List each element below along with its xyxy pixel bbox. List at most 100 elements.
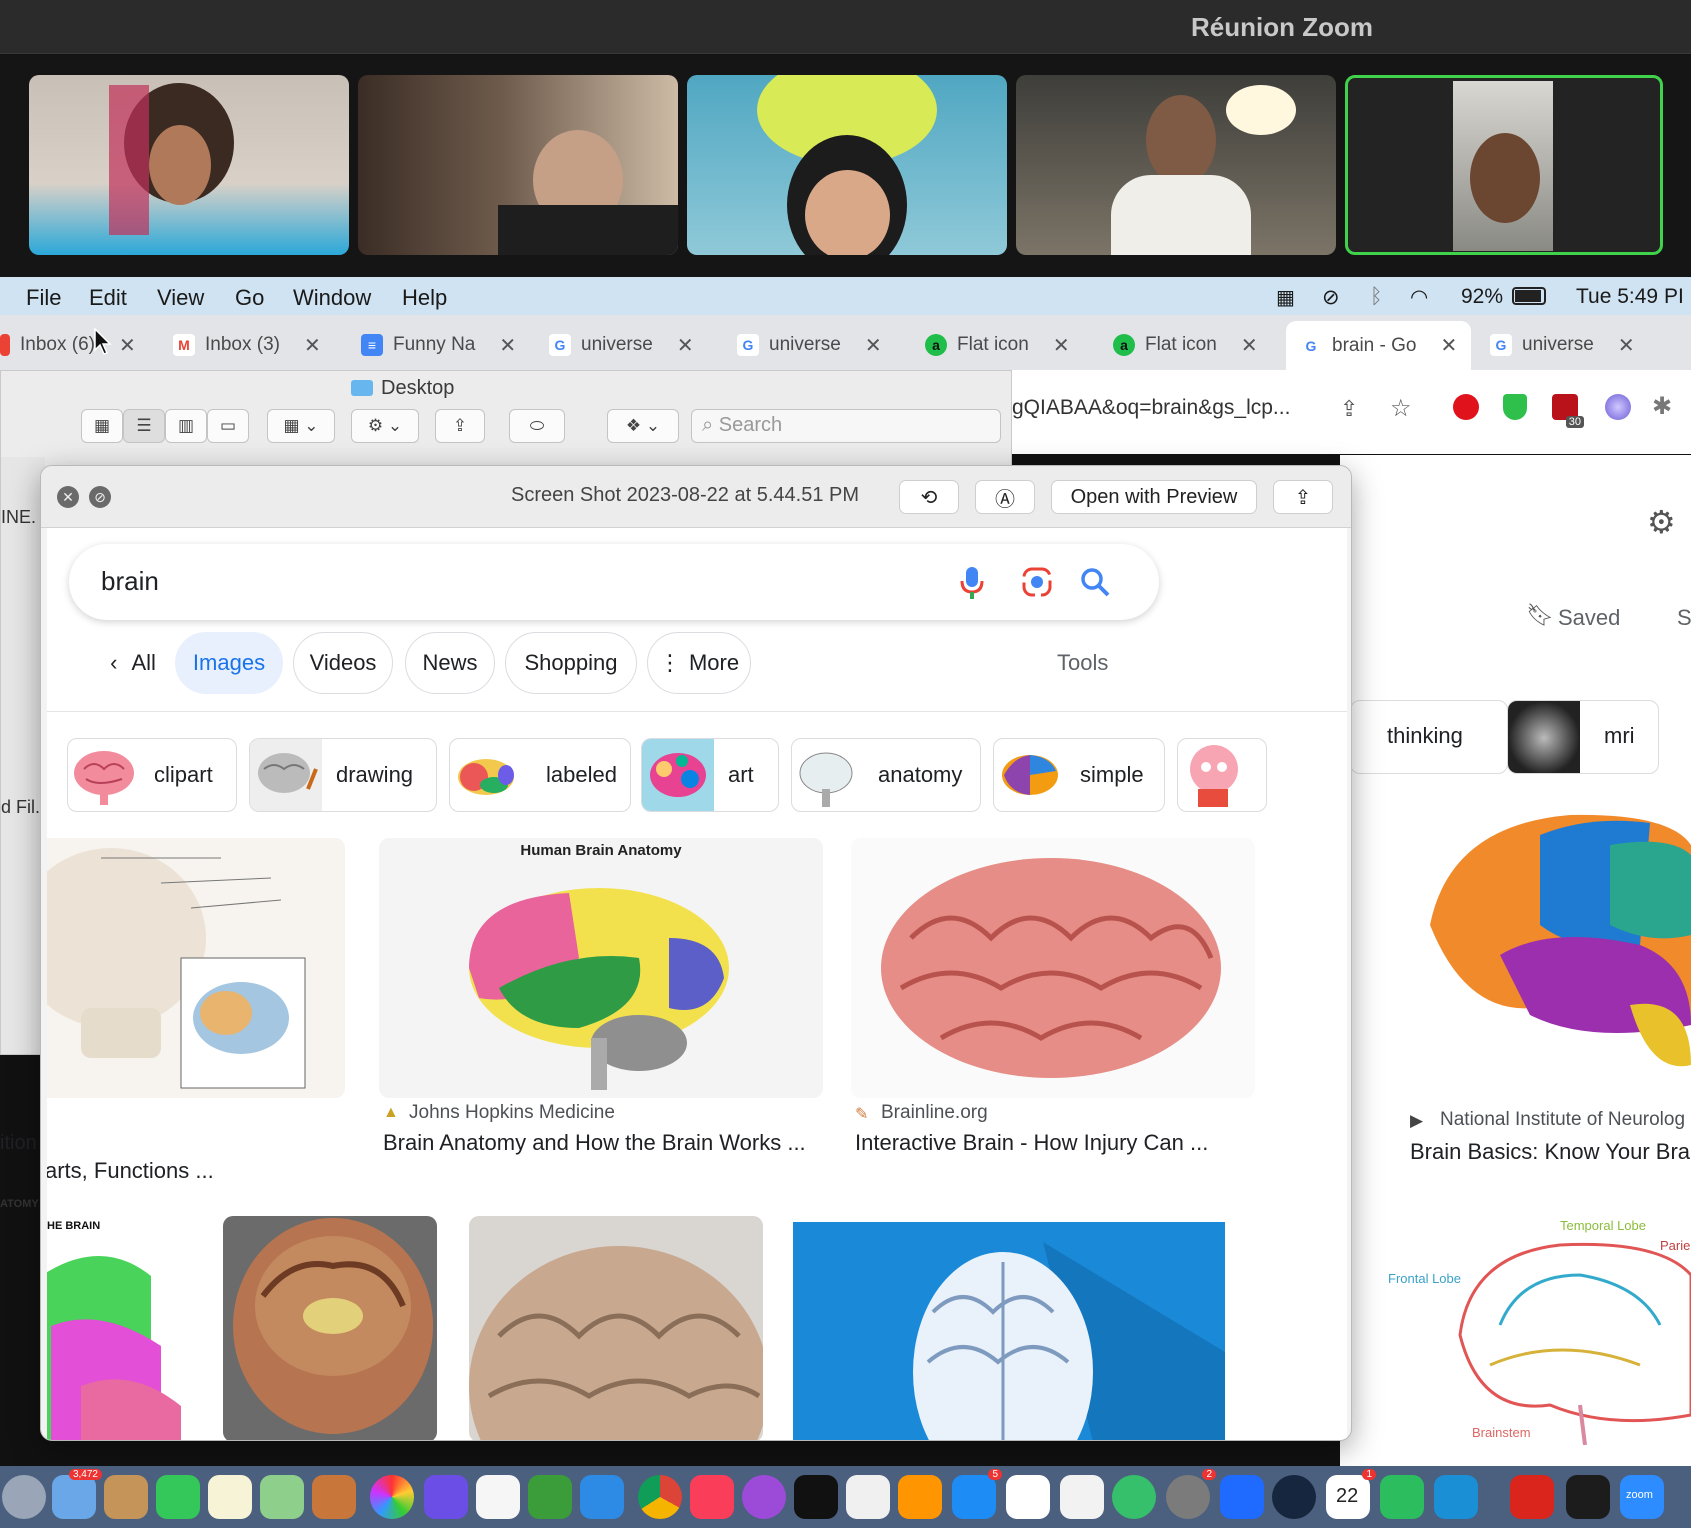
search-query[interactable]: brain	[101, 566, 159, 597]
close-icon[interactable]: ✕	[57, 486, 79, 508]
filter-more[interactable]: ⋮ More	[647, 632, 751, 694]
calendar-icon[interactable]: 22 1	[1326, 1469, 1376, 1519]
tools-button[interactable]: Tools	[1057, 650, 1108, 676]
participant-video-1[interactable]	[29, 75, 349, 255]
dropbox-button[interactable]: ❖ ⌄	[607, 409, 679, 443]
tags-button[interactable]: ⬭	[509, 409, 565, 443]
menu-go[interactable]: Go	[235, 285, 264, 311]
podcasts-icon[interactable]	[742, 1475, 786, 1519]
settings-app-icon[interactable]	[1380, 1475, 1424, 1519]
tab-inbox-2[interactable]: M Inbox (3) ✕	[173, 327, 321, 363]
accessibility-icon[interactable]: ⊘	[1322, 285, 1340, 310]
participant-video-5-active-speaker[interactable]	[1345, 75, 1663, 255]
result-title-right[interactable]: Brain Basics: Know Your Bra	[1410, 1139, 1690, 1165]
terminal-icon[interactable]	[1566, 1475, 1610, 1519]
result-source-right[interactable]: National Institute of Neurolog	[1440, 1109, 1685, 1131]
safesearch-fragment[interactable]: S	[1677, 605, 1691, 631]
close-tab-icon[interactable]: ✕	[304, 333, 321, 358]
result-source-2[interactable]: Johns Hopkins Medicine	[409, 1102, 615, 1124]
filter-news[interactable]: News	[405, 632, 495, 694]
finder-search-field[interactable]: ⌕ Search	[691, 409, 1001, 443]
audio-app-icon[interactable]	[1434, 1475, 1478, 1519]
maps-icon[interactable]	[260, 1475, 304, 1519]
menu-edit[interactable]: Edit	[89, 285, 127, 311]
result-image-brain-anatomy[interactable]: Human Brain Anatomy	[379, 838, 823, 1098]
close-tab-icon[interactable]: ✕	[865, 333, 882, 358]
notefile-icon[interactable]	[104, 1475, 148, 1519]
result-title-2[interactable]: Brain Anatomy and How the Brain Works ..…	[383, 1130, 806, 1156]
wifi-icon[interactable]: ◠	[1410, 285, 1428, 310]
share-button[interactable]: ⇪	[1273, 480, 1333, 514]
bluetooth-icon[interactable]: ᛒ	[1370, 285, 1383, 309]
rotate-button[interactable]: ⟲	[899, 480, 959, 514]
chip-simple[interactable]: simple	[993, 738, 1165, 812]
result-image-realistic-brain[interactable]	[851, 838, 1255, 1098]
view-icons-button[interactable]: ▦	[81, 409, 123, 443]
google-search-box[interactable]: brain	[69, 544, 1159, 620]
shield-extension-icon[interactable]	[1503, 394, 1527, 420]
tab-flat-icon-1[interactable]: a Flat icon ✕	[925, 327, 1070, 363]
close-tab-icon[interactable]: ✕	[499, 333, 516, 358]
news-icon[interactable]	[846, 1475, 890, 1519]
result-image-head-cross-section[interactable]	[223, 1216, 437, 1440]
view-gallery-button[interactable]: ▭	[207, 409, 249, 443]
result-image-brain-model[interactable]	[469, 1216, 763, 1440]
app-store-icon[interactable]: 5	[952, 1469, 1002, 1519]
menu-window[interactable]: Window	[293, 285, 371, 311]
chrome-icon[interactable]	[638, 1475, 682, 1519]
close-tab-icon[interactable]: ✕	[1053, 333, 1070, 358]
chip-drawing[interactable]: drawing	[249, 738, 437, 812]
menu-view[interactable]: View	[157, 285, 204, 311]
system-preferences-icon[interactable]: 2	[1166, 1469, 1216, 1519]
voice-search-icon[interactable]	[959, 566, 985, 600]
chip-art[interactable]: art	[641, 738, 779, 812]
steam-icon[interactable]	[1272, 1475, 1316, 1519]
keyboard-layout-icon[interactable]: ▦	[1276, 285, 1295, 310]
brain-outline-diagram[interactable]: Temporal Lobe Frontal Lobe Parie Brainst…	[1380, 1215, 1691, 1445]
tab-universe-2[interactable]: Guniverse ✕	[737, 327, 882, 363]
notes-icon[interactable]	[208, 1475, 252, 1519]
dropbox-icon[interactable]	[1220, 1475, 1264, 1519]
imovie-star-icon[interactable]	[424, 1475, 468, 1519]
view-columns-button[interactable]: ▥	[165, 409, 207, 443]
photos-icon[interactable]	[370, 1475, 414, 1519]
view-list-button[interactable]: ☰	[123, 409, 165, 443]
open-with-preview-button[interactable]: Open with Preview	[1051, 480, 1257, 514]
launchpad-icon[interactable]	[2, 1475, 46, 1519]
finder-item-fragment-2[interactable]: d Fil.	[1, 797, 40, 818]
close-tab-icon[interactable]: ✕	[677, 333, 694, 358]
settings-gear-icon[interactable]: ⚙	[1647, 503, 1676, 541]
filter-images[interactable]: Images	[175, 632, 283, 694]
google-lens-icon[interactable]	[1021, 566, 1053, 598]
participant-video-3[interactable]	[687, 75, 1007, 255]
participant-video-2[interactable]	[358, 75, 678, 255]
saved-link[interactable]: Saved	[1558, 605, 1620, 631]
keynote-icon[interactable]	[580, 1475, 624, 1519]
result-title-3[interactable]: Interactive Brain - How Injury Can ...	[855, 1130, 1208, 1156]
finder-item-fragment-1[interactable]: INE.	[1, 507, 36, 528]
filter-videos[interactable]: Videos	[293, 632, 393, 694]
tab-flat-icon-2[interactable]: a Flat icon ✕	[1113, 327, 1258, 363]
slack-icon[interactable]	[1006, 1475, 1050, 1519]
music-icon[interactable]	[690, 1475, 734, 1519]
puzzle-extensions-icon[interactable]: ✱	[1652, 392, 1672, 421]
search-icon[interactable]	[1079, 566, 1111, 598]
result-image-skull[interactable]	[47, 838, 345, 1098]
close-tab-icon[interactable]: ✕	[1618, 333, 1635, 358]
chip-thinking[interactable]: thinking	[1350, 700, 1508, 774]
result-title-1[interactable]: arts, Functions ...	[47, 1158, 214, 1184]
app-icon[interactable]	[1112, 1475, 1156, 1519]
action-gear-button[interactable]: ⚙ ⌄	[351, 409, 419, 443]
circle-extension-icon[interactable]	[1605, 394, 1631, 420]
tab-inbox-1[interactable]: Inbox (6) ✕	[0, 327, 136, 363]
opera-extension-icon[interactable]	[1453, 394, 1479, 420]
books-icon[interactable]	[898, 1475, 942, 1519]
tab-universe-3[interactable]: Guniverse ✕	[1490, 327, 1635, 363]
share-icon[interactable]: ⇪	[1340, 396, 1358, 422]
apple-tv-icon[interactable]	[794, 1475, 838, 1519]
result-source-3[interactable]: Brainline.org	[881, 1102, 988, 1124]
filter-shopping[interactable]: Shopping	[505, 632, 637, 694]
result-image-lobes-color[interactable]: HE BRAIN	[47, 1216, 193, 1440]
fullscreen-icon[interactable]: ⊘	[89, 486, 111, 508]
facetime-icon[interactable]	[156, 1475, 200, 1519]
